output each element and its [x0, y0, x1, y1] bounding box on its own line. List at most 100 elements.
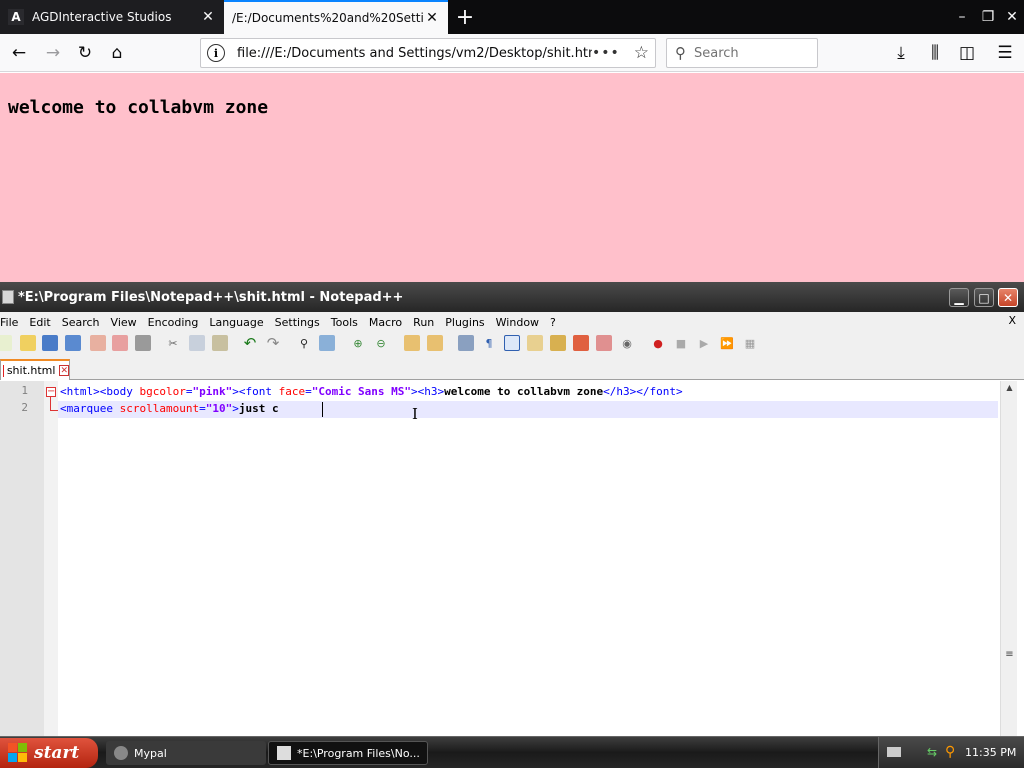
tab-title: AGDInteractive Studios [32, 10, 172, 24]
replace-icon[interactable] [319, 335, 335, 351]
code-line-2: <marquee scrollamount="10">just c [60, 402, 279, 415]
monitoring-eye-icon[interactable]: ◉ [619, 335, 635, 351]
show-all-characters-icon[interactable]: ¶ [481, 335, 497, 351]
close-all-icon[interactable] [112, 335, 128, 351]
find-icon[interactable]: ⚲ [296, 335, 312, 351]
keyboard-icon[interactable] [887, 747, 901, 757]
npp-maximize-icon[interactable]: □ [974, 288, 994, 307]
scroll-up-arrow-icon[interactable]: ▲ [1003, 383, 1016, 397]
menu-view[interactable]: View [107, 316, 141, 329]
url-bar[interactable]: i file:///E:/Documents and Settings/vm2/… [200, 38, 656, 68]
zoom-in-icon[interactable]: ⊕ [350, 335, 366, 351]
close-tab-icon[interactable]: ✕ [424, 10, 440, 26]
taskbar-button-mypal[interactable]: Mypal [106, 741, 266, 765]
close-file-icon[interactable] [90, 335, 106, 351]
text-caret [322, 402, 323, 417]
user-defined-language-icon[interactable] [527, 335, 543, 351]
folder-as-workspace-icon[interactable] [596, 335, 612, 351]
taskbar-button-label: *E:\Program Files\No... [297, 746, 420, 760]
menu-window[interactable]: Window [492, 316, 543, 329]
stop-macro-icon[interactable]: ■ [673, 335, 689, 351]
menu-settings[interactable]: Settings [271, 316, 324, 329]
new-tab-plus-icon[interactable]: + [452, 4, 478, 30]
undo-icon[interactable]: ↶ [242, 334, 258, 352]
menu-edit[interactable]: Edit [25, 316, 54, 329]
url-text[interactable]: file:///E:/Documents and Settings/vm2/De… [237, 46, 592, 61]
code-line-1: <html><body bgcolor="pink"><font face="C… [60, 385, 683, 398]
browser-tab-strip: A AGDInteractive Studios ✕ /E:/Documents… [0, 0, 1024, 34]
npp-title-bar[interactable]: *E:\Program Files\Notepad++\shit.html - … [0, 282, 1024, 312]
npp-close-icon[interactable]: ✕ [998, 288, 1018, 307]
restore-icon[interactable]: ❐ [976, 5, 1000, 29]
sync-horizontal-icon[interactable] [427, 335, 443, 351]
sync-vertical-icon[interactable] [404, 335, 420, 351]
npp-minimize-icon[interactable]: ▁ [949, 288, 969, 307]
menu-macro[interactable]: Macro [365, 316, 406, 329]
code-editor[interactable]: 1 2 − <html><body bgcolor="pink"><font f… [0, 381, 1024, 736]
open-file-icon[interactable] [20, 335, 36, 351]
scroll-grip-icon[interactable]: ≡ [1003, 649, 1016, 663]
clock[interactable]: 11:35 PM [965, 746, 1016, 759]
doc-tab-label: shit.html [6, 364, 56, 377]
menu-encoding[interactable]: Encoding [144, 316, 203, 329]
reload-icon[interactable]: ↻ [72, 40, 98, 66]
zoom-out-icon[interactable]: ⊖ [373, 335, 389, 351]
vertical-scrollbar[interactable]: ▲ ≡ [1000, 381, 1017, 736]
copy-icon[interactable] [189, 335, 205, 351]
indent-guide-icon[interactable] [504, 335, 520, 351]
notepad-plus-plus-window: *E:\Program Files\Notepad++\shit.html - … [0, 282, 1024, 736]
taskbar-button-notepad[interactable]: *E:\Program Files\No... [268, 741, 428, 765]
menu-plugins[interactable]: Plugins [441, 316, 488, 329]
play-macro-icon[interactable]: ▶ [696, 335, 712, 351]
save-macro-icon[interactable]: ▦ [742, 335, 758, 351]
close-tab-icon[interactable]: ✕ [200, 9, 216, 25]
ibeam-cursor-icon: I [412, 405, 418, 423]
word-wrap-icon[interactable] [458, 335, 474, 351]
run-macro-multiple-icon[interactable]: ⏩ [719, 335, 735, 351]
menu-language[interactable]: Language [205, 316, 267, 329]
paste-icon[interactable] [212, 335, 228, 351]
notepad-app-icon [277, 746, 291, 760]
agd-favicon-icon: A [8, 9, 24, 25]
close-window-icon[interactable]: ✕ [1000, 5, 1024, 29]
page-actions-ellipsis-icon[interactable]: ••• [592, 45, 620, 61]
doc-tab-close-icon[interactable]: ✕ [59, 365, 69, 376]
menu-run[interactable]: Run [409, 316, 438, 329]
minimize-icon[interactable]: – [950, 5, 974, 29]
page-heading: welcome to collabvm zone [8, 97, 269, 118]
network-icon[interactable]: ⇆ [927, 745, 937, 759]
menu-search[interactable]: Search [58, 316, 104, 329]
hamburger-menu-icon[interactable]: ☰ [992, 40, 1018, 66]
close-document-x[interactable]: X [1008, 314, 1016, 327]
new-file-icon[interactable] [0, 335, 12, 351]
start-button[interactable]: start [0, 738, 98, 768]
site-info-icon[interactable]: i [207, 44, 225, 62]
document-map-icon[interactable] [550, 335, 566, 351]
library-icon[interactable]: ⫼ [922, 40, 948, 66]
print-icon[interactable] [135, 335, 151, 351]
menu-tools[interactable]: Tools [327, 316, 362, 329]
save-all-icon[interactable] [65, 335, 81, 351]
menu-file[interactable]: File [0, 316, 22, 329]
search-tray-icon[interactable]: ⚲ [945, 744, 955, 760]
forward-arrow-icon[interactable]: → [40, 40, 66, 66]
back-arrow-icon[interactable]: ← [6, 40, 32, 66]
taskbar-button-label: Mypal [134, 746, 167, 760]
downloads-icon[interactable]: ⤓ [888, 40, 914, 66]
unsaved-file-icon [3, 364, 4, 377]
menu-help[interactable]: ? [546, 316, 560, 329]
search-input[interactable]: ⚲ Search [666, 38, 818, 68]
doc-tab-shit-html[interactable]: shit.html ✕ [0, 359, 70, 380]
redo-icon[interactable]: ↷ [265, 334, 281, 352]
home-icon[interactable]: ⌂ [104, 40, 130, 66]
sidebar-icon[interactable]: ◫ [954, 40, 980, 66]
bookmark-star-icon[interactable]: ☆ [634, 43, 649, 63]
save-icon[interactable] [42, 335, 58, 351]
browser-tab-shit-html[interactable]: /E:/Documents%20and%20Settings/vm2/Deskt… [224, 0, 448, 34]
function-list-icon[interactable] [573, 335, 589, 351]
browser-tab-agdinteractive[interactable]: A AGDInteractive Studios ✕ [0, 0, 224, 34]
fold-collapse-icon[interactable]: − [46, 387, 56, 397]
firefox-window: A AGDInteractive Studios ✕ /E:/Documents… [0, 0, 1024, 282]
cut-icon[interactable]: ✂ [165, 335, 181, 351]
record-macro-icon[interactable]: ● [650, 335, 666, 351]
